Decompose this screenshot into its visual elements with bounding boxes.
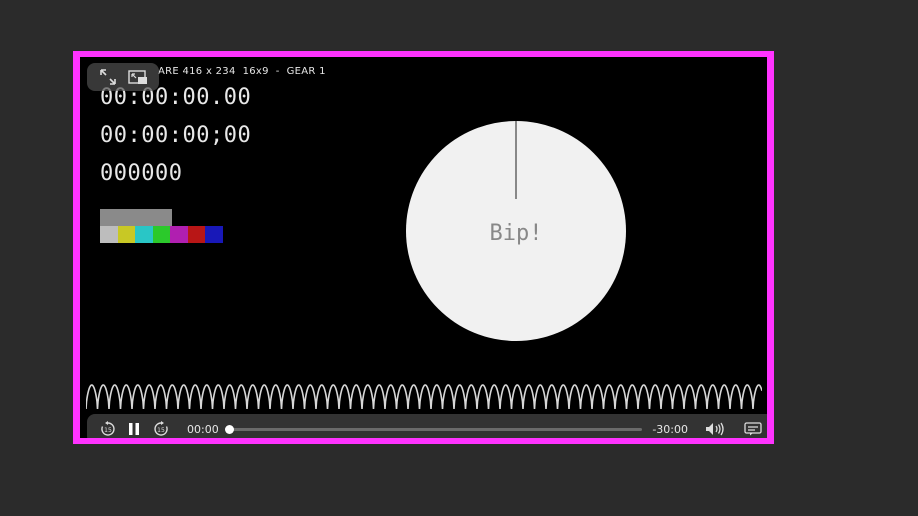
remaining-time: -30:00 [652, 422, 688, 436]
scrub-bar[interactable] [224, 424, 643, 434]
color-bar-bottom-0 [100, 226, 118, 243]
color-bar-bottom-1 [117, 226, 135, 243]
video-player-frame: ARE 416 x 234 16x9 - GEAR 1 00:00:00.00 … [73, 51, 774, 444]
sync-dial: Bip! [406, 121, 626, 341]
color-bar-bottom-5 [187, 226, 205, 243]
frame-counter: 000000 [100, 161, 183, 186]
color-bars [100, 209, 223, 243]
page: ARE 416 x 234 16x9 - GEAR 1 00:00:00.00 … [0, 0, 918, 516]
dial-label: Bip! [489, 221, 543, 246]
captions-icon[interactable] [742, 418, 764, 438]
color-bars-top-row [100, 209, 223, 226]
color-bar-bottom-6 [205, 226, 223, 243]
dial-needle [515, 121, 517, 199]
color-bar-bottom-3 [152, 226, 170, 243]
color-bar-top-0 [100, 209, 118, 226]
audio-waveform [86, 384, 762, 409]
skip-forward-15-icon[interactable]: 15 [149, 418, 173, 438]
top-left-controls [87, 63, 159, 91]
skip-forward-seconds: 15 [157, 427, 165, 434]
color-bar-top-2 [136, 209, 154, 226]
skip-back-seconds: 15 [104, 427, 112, 434]
color-bar-bottom-4 [170, 226, 188, 243]
video-content[interactable]: ARE 416 x 234 16x9 - GEAR 1 00:00:00.00 … [80, 57, 767, 438]
playback-controls: 15 15 00:00 -30:00 [87, 414, 767, 438]
color-bar-top-1 [118, 209, 136, 226]
pause-icon[interactable] [119, 418, 149, 438]
color-bar-top-3 [154, 209, 172, 226]
picture-in-picture-icon[interactable] [127, 66, 149, 88]
volume-icon[interactable] [702, 418, 728, 438]
timecode-dropframe: 00:00:00;00 [100, 123, 252, 148]
skip-back-15-icon[interactable]: 15 [97, 418, 119, 438]
expand-icon[interactable] [97, 66, 119, 88]
color-bars-bottom-row [100, 226, 223, 243]
color-bar-bottom-2 [135, 226, 153, 243]
source-info-text: ARE 416 x 234 16x9 - GEAR 1 [158, 66, 326, 77]
elapsed-time: 00:00 [187, 422, 219, 436]
scrub-handle[interactable] [224, 424, 234, 434]
